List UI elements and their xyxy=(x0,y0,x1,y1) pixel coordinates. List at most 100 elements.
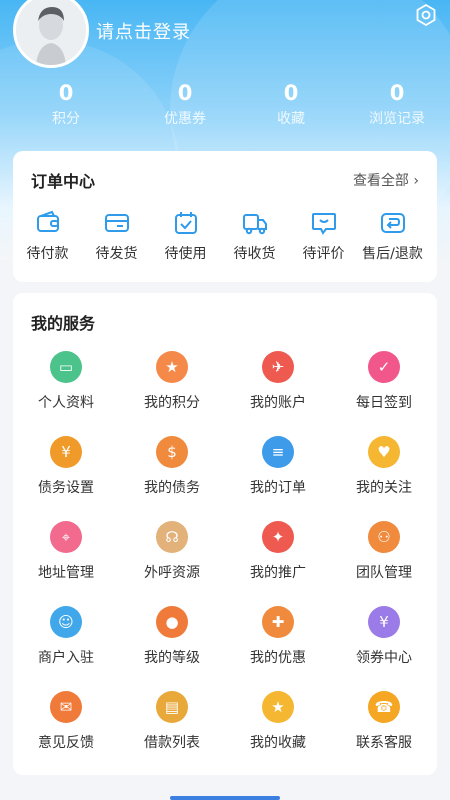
order-item-label: 待收货 xyxy=(233,246,276,262)
points-icon: ★ xyxy=(156,351,188,383)
star-icon: ★ xyxy=(262,691,294,723)
merchant-icon: ☺ xyxy=(50,606,82,638)
service-label: 外呼资源 xyxy=(144,565,200,581)
heart-icon: ♥ xyxy=(368,436,400,468)
service-my-debt[interactable]: $ 我的债务 xyxy=(119,436,225,521)
service-discounts[interactable]: ✚ 我的优惠 xyxy=(225,606,331,691)
coupon-icon: ¥ xyxy=(368,606,400,638)
debt-settings-icon: ¥ xyxy=(50,436,82,468)
stat-value: 0 xyxy=(283,81,299,105)
card-icon xyxy=(104,214,129,232)
order-item-label: 待发货 xyxy=(95,246,138,262)
service-debt-settings[interactable]: ¥ 债务设置 xyxy=(13,436,119,521)
account-icon: ✈ xyxy=(262,351,294,383)
service-favorites[interactable]: ★ 我的收藏 xyxy=(225,691,331,776)
stat-coupons[interactable]: 0 优惠券 xyxy=(132,80,238,128)
services-grid: ▭ 个人资料 ★ 我的积分 ✈ 我的账户 ✓ 每日签到 ¥ 债务设置 $ 我的债务 ≡ 我的订… xyxy=(13,351,437,776)
service-merchant[interactable]: ☺ 商户入驻 xyxy=(13,606,119,691)
stat-value: 0 xyxy=(58,81,74,105)
service-label: 每日签到 xyxy=(356,395,412,411)
order-after-sales[interactable]: 售后/退款 xyxy=(358,209,427,263)
service-promotion[interactable]: ✦ 我的推广 xyxy=(225,521,331,606)
settings-icon[interactable] xyxy=(414,3,438,27)
service-checkin[interactable]: ✓ 每日签到 xyxy=(331,351,437,436)
order-item-label: 售后/退款 xyxy=(362,246,423,262)
service-following[interactable]: ♥ 我的关注 xyxy=(331,436,437,521)
medal-icon: ● xyxy=(156,606,188,638)
coin-hand-icon: $ xyxy=(156,436,188,468)
list-icon: ▤ xyxy=(156,691,188,723)
service-label: 领券中心 xyxy=(356,650,412,666)
stats-bar: 0 积分 0 优惠券 0 收藏 0 浏览记录 xyxy=(0,80,450,128)
service-label: 团队管理 xyxy=(356,565,412,581)
my-services-title: 我的服务 xyxy=(31,314,96,333)
stat-label: 积分 xyxy=(52,111,80,127)
service-label: 我的收藏 xyxy=(250,735,306,751)
service-loan-list[interactable]: ▤ 借款列表 xyxy=(119,691,225,776)
team-icon: ⚇ xyxy=(368,521,400,553)
order-center-title: 订单中心 xyxy=(31,172,96,191)
discount-icon: ✚ xyxy=(262,606,294,638)
service-label: 我的债务 xyxy=(144,480,200,496)
order-pending-payment[interactable]: 待付款 xyxy=(13,209,82,263)
stat-label: 收藏 xyxy=(277,111,305,127)
view-all-orders-link[interactable]: 查看全部 › xyxy=(353,170,419,190)
megaphone-icon: ✦ xyxy=(262,521,294,553)
order-item-label: 待使用 xyxy=(164,246,207,262)
service-team[interactable]: ⚇ 团队管理 xyxy=(331,521,437,606)
service-label: 我的订单 xyxy=(250,480,306,496)
service-profile[interactable]: ▭ 个人资料 xyxy=(13,351,119,436)
order-status-row: 待付款 待发货 待使用 待收货 待评价 售后/退款 xyxy=(13,209,437,263)
stat-label: 浏览记录 xyxy=(369,111,425,127)
order-item-label: 待评价 xyxy=(302,246,345,262)
service-icon: ☎ xyxy=(368,691,400,723)
order-pending-review[interactable]: 待评价 xyxy=(289,209,358,263)
order-pending-shipment[interactable]: 待发货 xyxy=(82,209,151,263)
checkin-icon: ✓ xyxy=(368,351,400,383)
my-services-card: 我的服务 ▭ 个人资料 ★ 我的积分 ✈ 我的账户 ✓ 每日签到 ¥ 债务设置 $ 我的债务… xyxy=(13,293,437,775)
service-label: 我的推广 xyxy=(250,565,306,581)
stat-history[interactable]: 0 浏览记录 xyxy=(344,80,450,128)
service-label: 借款列表 xyxy=(144,735,200,751)
service-label: 我的优惠 xyxy=(250,650,306,666)
chat-icon xyxy=(311,213,336,235)
service-coupon-center[interactable]: ¥ 领券中心 xyxy=(331,606,437,691)
wallet-icon xyxy=(36,210,59,232)
service-feedback[interactable]: ✉ 意见反馈 xyxy=(13,691,119,776)
location-icon: ⌖ xyxy=(50,521,82,553)
bottom-banner-peek xyxy=(170,796,280,800)
headset-icon: ☊ xyxy=(156,521,188,553)
service-label: 我的积分 xyxy=(144,395,200,411)
calendar-check-icon xyxy=(174,212,197,234)
return-icon xyxy=(380,213,405,233)
stat-favorites[interactable]: 0 收藏 xyxy=(238,80,344,128)
stat-value: 0 xyxy=(177,81,193,105)
service-label: 我的等级 xyxy=(144,650,200,666)
order-pending-receipt[interactable]: 待收货 xyxy=(220,209,289,263)
service-level[interactable]: ● 我的等级 xyxy=(119,606,225,691)
service-label: 我的关注 xyxy=(356,480,412,496)
feedback-icon: ✉ xyxy=(50,691,82,723)
truck-icon xyxy=(242,214,267,235)
service-label: 我的账户 xyxy=(250,395,306,411)
service-label: 商户入驻 xyxy=(38,650,94,666)
stat-value: 0 xyxy=(389,81,405,105)
service-my-orders[interactable]: ≡ 我的订单 xyxy=(225,436,331,521)
service-account[interactable]: ✈ 我的账户 xyxy=(225,351,331,436)
service-address[interactable]: ⌖ 地址管理 xyxy=(13,521,119,606)
service-customer-support[interactable]: ☎ 联系客服 xyxy=(331,691,437,776)
service-outbound-call[interactable]: ☊ 外呼资源 xyxy=(119,521,225,606)
order-center-card: 订单中心 查看全部 › 待付款 待发货 待使用 待收货 待评价 售后/退款 xyxy=(13,151,437,282)
service-label: 债务设置 xyxy=(38,480,94,496)
service-label: 意见反馈 xyxy=(38,735,94,751)
service-label: 地址管理 xyxy=(38,565,94,581)
folder-icon: ▭ xyxy=(50,351,82,383)
service-label: 个人资料 xyxy=(38,395,94,411)
service-points[interactable]: ★ 我的积分 xyxy=(119,351,225,436)
service-label: 联系客服 xyxy=(356,735,412,751)
login-prompt[interactable]: 请点击登录 xyxy=(96,18,191,44)
stat-points[interactable]: 0 积分 xyxy=(0,80,132,128)
stat-label: 优惠券 xyxy=(164,111,206,127)
order-item-label: 待付款 xyxy=(26,246,69,262)
order-pending-use[interactable]: 待使用 xyxy=(151,209,220,263)
